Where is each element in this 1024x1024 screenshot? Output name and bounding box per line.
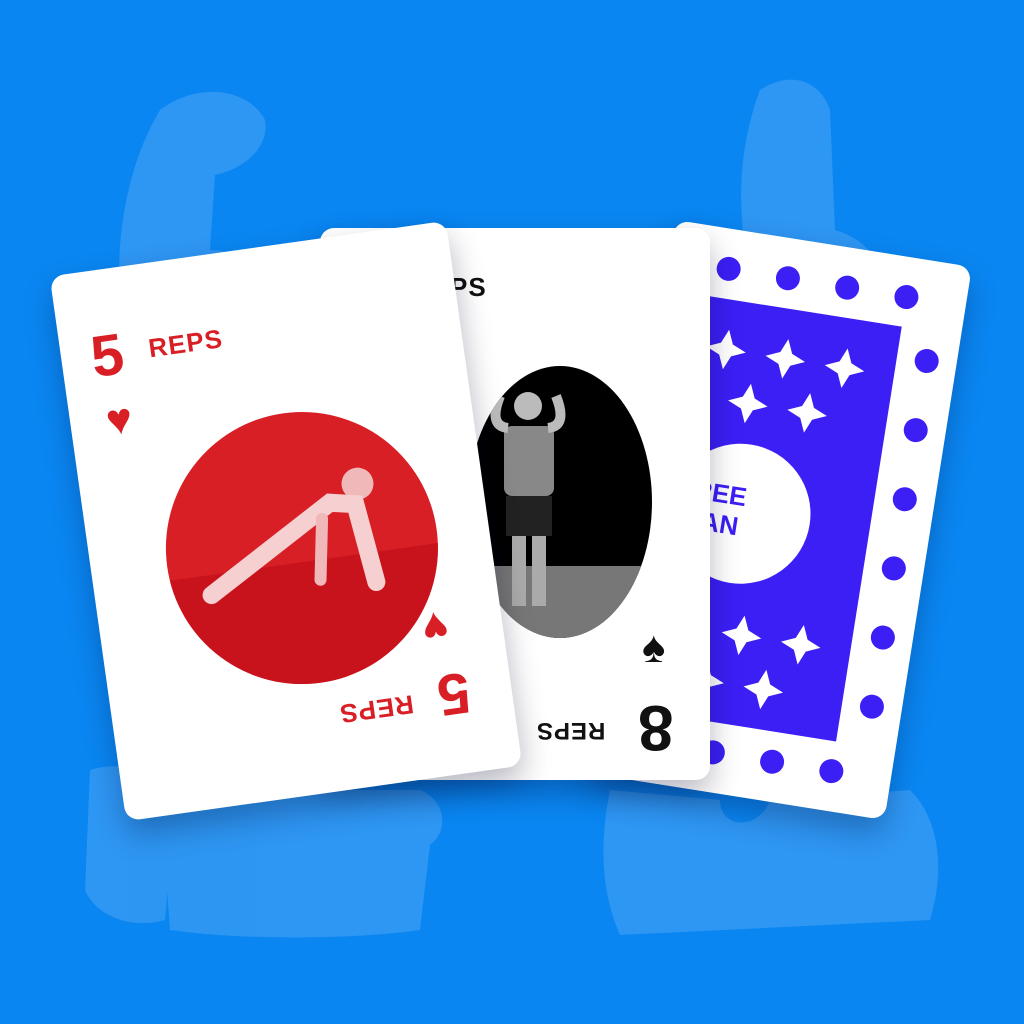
card-top-reps-label: REPS: [146, 323, 225, 364]
card-5-hearts[interactable]: 5 REPS ♥ ♥ 5 REPS: [49, 220, 523, 822]
push-up-exercise-photo: [148, 394, 456, 702]
card-bottom-rank: 5: [433, 659, 475, 729]
card-bottom-rank: 8: [638, 692, 674, 764]
heart-suit-icon-bottom: ♥: [418, 600, 452, 653]
card-top-rank: 5: [86, 321, 128, 391]
spade-suit-icon: ♠: [642, 623, 666, 672]
scene: REE AN PS ♠ 8 REPS 5 REPS ♥ ♥ 5 REPS: [0, 0, 1024, 1024]
heart-suit-icon-top: ♥: [102, 393, 136, 446]
card-bottom-reps-label: REPS: [536, 717, 606, 744]
card-bottom-reps-label: REPS: [337, 689, 416, 730]
person-push-up-figure: [169, 467, 456, 702]
